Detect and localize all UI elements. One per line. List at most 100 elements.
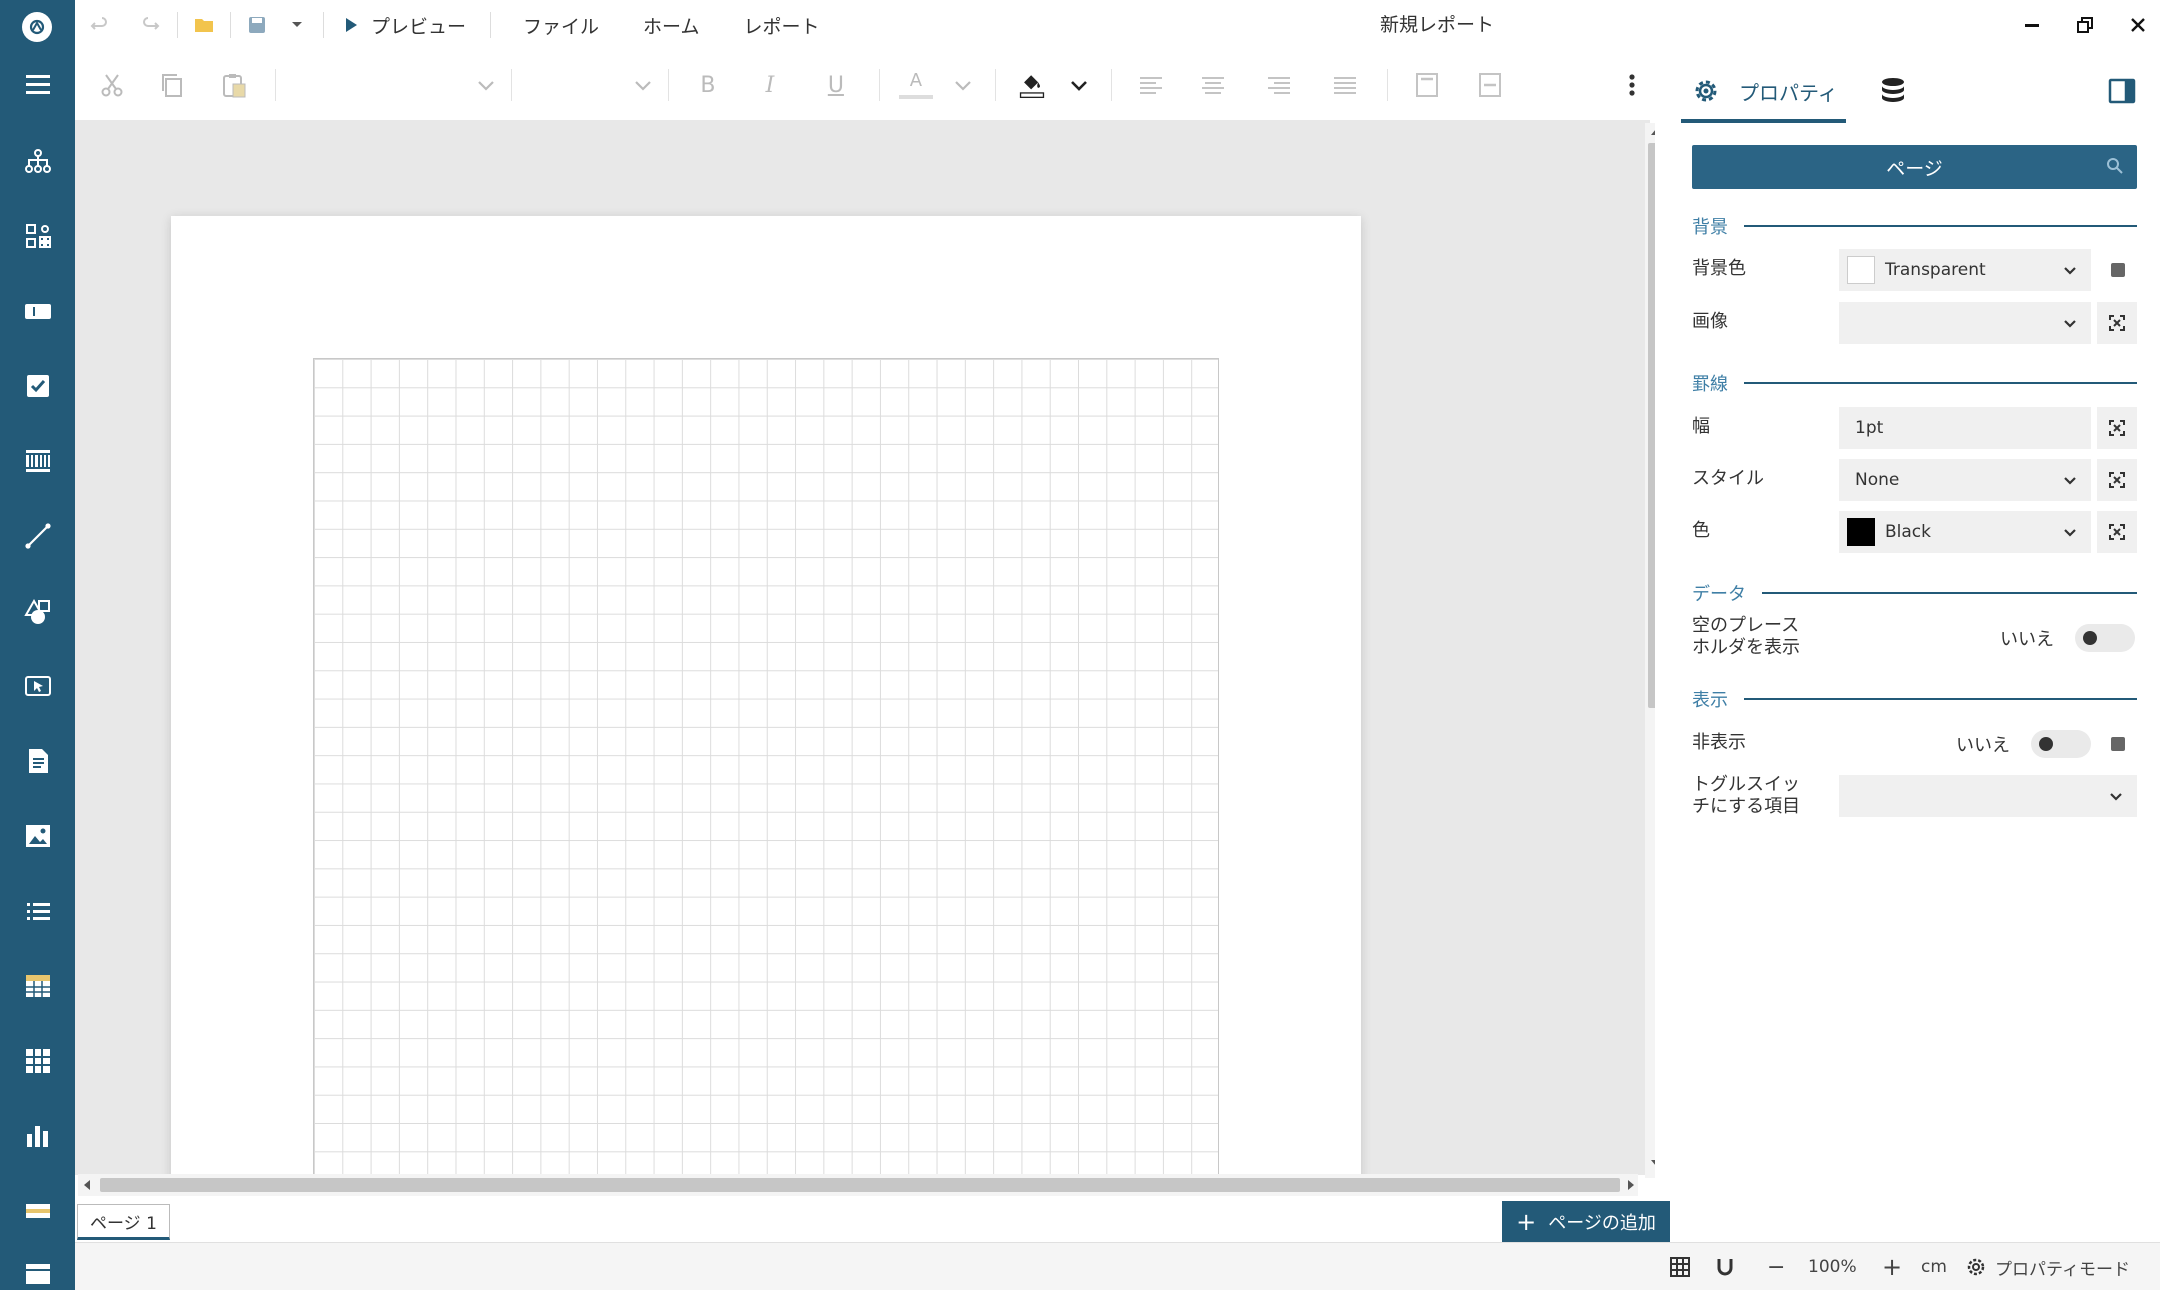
minimize-icon[interactable]: [2012, 9, 2052, 41]
hidden-toggle[interactable]: [2031, 730, 2091, 758]
components-icon[interactable]: [0, 208, 75, 264]
font-family-select[interactable]: [286, 62, 501, 108]
font-size-select[interactable]: [522, 62, 658, 108]
underline-button[interactable]: U: [803, 62, 869, 108]
textbox-icon[interactable]: [0, 283, 75, 339]
expand-icon[interactable]: [2097, 459, 2137, 501]
expression-indicator-icon[interactable]: [2111, 737, 2125, 751]
expression-indicator-icon[interactable]: [2111, 263, 2125, 277]
separator: [323, 12, 324, 38]
fill-color-button[interactable]: [1006, 62, 1058, 108]
font-color-button[interactable]: A: [890, 62, 942, 108]
hierarchy-icon[interactable]: [0, 133, 75, 189]
open-folder-icon[interactable]: [188, 9, 220, 41]
italic-button[interactable]: I: [737, 62, 803, 108]
label-hidden: 非表示: [1692, 732, 1746, 753]
menu-file[interactable]: ファイル: [523, 12, 599, 39]
tab-properties[interactable]: プロパティ: [1691, 60, 1838, 122]
expand-icon[interactable]: [2097, 407, 2137, 449]
horizontal-scroll-thumb[interactable]: [100, 1178, 1620, 1192]
close-icon[interactable]: [2118, 9, 2158, 41]
horizontal-scrollbar[interactable]: [78, 1174, 1638, 1196]
restore-icon[interactable]: [2065, 9, 2105, 41]
barcode-grid-icon[interactable]: [0, 433, 75, 489]
left-toolbox: [0, 0, 75, 1290]
border-color-value: Black: [1885, 522, 1931, 542]
hamburger-menu-icon[interactable]: [0, 56, 75, 112]
page-body-grid[interactable]: [313, 358, 1219, 1175]
table-icon[interactable]: [0, 958, 75, 1014]
chevron-down-icon: [2064, 320, 2076, 328]
border-width-input[interactable]: 1pt: [1839, 407, 2091, 449]
show-placeholder-toggle[interactable]: [2075, 624, 2135, 652]
bg-color-value: Transparent: [1885, 260, 1986, 280]
expand-icon[interactable]: [2097, 511, 2137, 553]
border-style-select[interactable]: None: [1839, 459, 2091, 501]
fill-color-dropdown[interactable]: [1058, 62, 1101, 108]
copy-icon[interactable]: [141, 62, 203, 108]
chevron-down-icon: [2064, 477, 2076, 485]
report-page[interactable]: [171, 216, 1361, 1175]
more-options-icon[interactable]: [1608, 62, 1655, 108]
preview-button[interactable]: プレビュー: [346, 12, 466, 39]
checkbox-icon[interactable]: [0, 358, 75, 414]
menu-report[interactable]: レポート: [743, 12, 819, 39]
valign-top-icon[interactable]: [1398, 62, 1454, 108]
toggle-item-select[interactable]: [1839, 775, 2137, 817]
scroll-left-icon[interactable]: [84, 1180, 90, 1190]
properties-mode-button[interactable]: プロパティモード: [1965, 1253, 2130, 1281]
add-page-button[interactable]: + ページの追加: [1502, 1201, 1670, 1243]
save-icon[interactable]: [241, 9, 273, 41]
label-style: スタイル: [1692, 468, 1764, 489]
chevron-down-icon: [955, 81, 972, 91]
search-icon[interactable]: [2105, 156, 2125, 176]
paste-icon[interactable]: [203, 62, 265, 108]
zoom-out-button[interactable]: −: [1767, 1253, 1785, 1281]
unit-selector[interactable]: cm: [1921, 1253, 1947, 1281]
undo-icon[interactable]: [83, 9, 115, 41]
menu-home[interactable]: ホーム: [643, 12, 699, 39]
zoom-in-button[interactable]: +: [1882, 1253, 1902, 1281]
cut-icon[interactable]: [83, 62, 141, 108]
more-icon[interactable]: [0, 1250, 75, 1290]
list-icon[interactable]: [0, 883, 75, 939]
image-icon[interactable]: [0, 808, 75, 864]
snap-magnet-icon[interactable]: [1714, 1253, 1736, 1281]
tablix-icon[interactable]: [0, 1033, 75, 1089]
page-tab-1[interactable]: ページ 1: [77, 1204, 170, 1240]
align-justify-icon[interactable]: [1312, 62, 1378, 108]
scroll-right-icon[interactable]: [1628, 1180, 1634, 1190]
expand-icon[interactable]: [2097, 302, 2137, 344]
chart-icon[interactable]: [0, 1108, 75, 1164]
save-dropdown-icon[interactable]: [281, 9, 313, 41]
align-left-icon[interactable]: [1122, 62, 1180, 108]
selection-search-bar[interactable]: ページ: [1692, 145, 2137, 189]
align-center-icon[interactable]: [1180, 62, 1246, 108]
play-icon: [346, 18, 357, 32]
shapes-icon[interactable]: [0, 583, 75, 639]
zoom-level[interactable]: 100%: [1808, 1253, 1857, 1281]
panel-toggle-icon[interactable]: [2107, 60, 2137, 122]
input-field-icon[interactable]: [0, 658, 75, 714]
line-icon[interactable]: [0, 508, 75, 564]
richtext-icon[interactable]: [0, 733, 75, 789]
align-right-icon[interactable]: [1246, 62, 1312, 108]
tab-data[interactable]: [1879, 60, 1907, 122]
font-color-dropdown[interactable]: [942, 62, 985, 108]
redo-icon[interactable]: [135, 9, 167, 41]
bandlist-icon[interactable]: [0, 1183, 75, 1239]
separator: [667, 69, 669, 101]
grid-toggle-icon[interactable]: [1669, 1253, 1691, 1281]
section-background: 背景: [1692, 213, 2137, 239]
section-data-title: データ: [1692, 584, 1746, 605]
separator: [490, 12, 492, 38]
image-select[interactable]: [1839, 302, 2091, 344]
add-page-label: ページの追加: [1548, 1213, 1656, 1234]
border-color-select[interactable]: Black: [1839, 511, 2091, 553]
show-placeholder-value: いいえ: [2000, 629, 2054, 650]
bg-color-select[interactable]: Transparent: [1839, 249, 2091, 291]
title-bar: プレビュー ファイル ホーム レポート: [75, 0, 2160, 50]
valign-middle-icon[interactable]: [1455, 62, 1525, 108]
bold-button[interactable]: B: [679, 62, 737, 108]
bg-color-swatch: [1847, 256, 1875, 284]
